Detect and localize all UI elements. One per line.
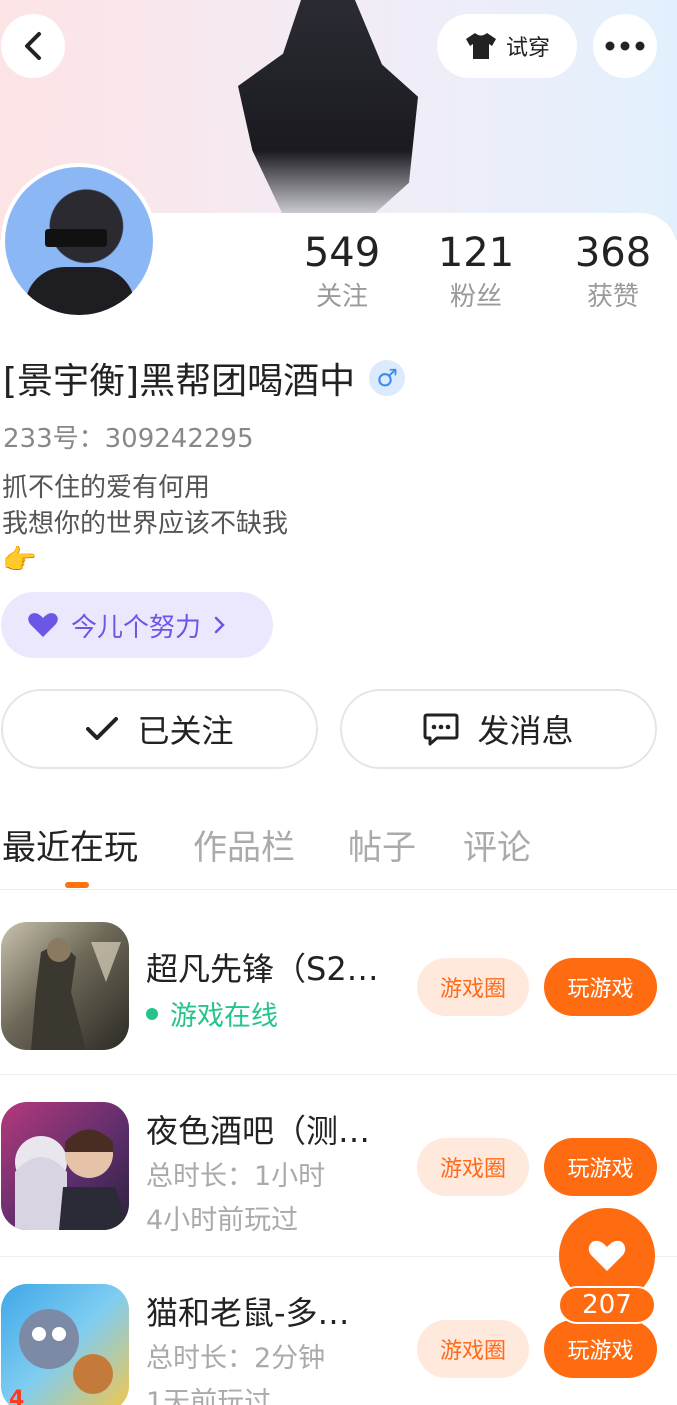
tab-works[interactable]: 作品栏 [193, 820, 295, 869]
send-message-button[interactable]: 发消息 [340, 689, 657, 769]
active-tab-indicator [65, 882, 89, 888]
profile-stats: 549 关注 121 粉丝 368 获赞 [0, 228, 677, 328]
try-on-button[interactable]: 试穿 [437, 14, 577, 78]
checkmark-icon [86, 717, 119, 740]
online-dot-icon [146, 1007, 158, 1020]
game-icon[interactable] [1, 1102, 129, 1230]
stat-followers[interactable]: 121 粉丝 [421, 228, 531, 316]
tshirt-icon [465, 33, 496, 59]
play-game-button[interactable]: 玩游戏 [544, 1138, 657, 1196]
user-id: 233号：309242295 [3, 424, 254, 454]
stat-following[interactable]: 549 关注 [287, 228, 397, 316]
bio-line: 我想你的世界应该不缺我 [2, 509, 289, 539]
back-button[interactable] [1, 14, 65, 78]
game-status: 游戏在线 [146, 994, 278, 1033]
pointing-hand-icon: 👉 [2, 543, 37, 576]
game-title: 超凡先锋（S2… [146, 950, 379, 988]
game-last-played: 1天前玩过 [146, 1387, 272, 1405]
stat-value: 368 [574, 230, 652, 276]
stat-value: 549 [303, 230, 381, 276]
game-duration: 总时长：1小时 [146, 1161, 326, 1192]
game-title: 夜色酒吧（测… [146, 1112, 371, 1150]
stat-label: 获赞 [586, 282, 639, 312]
online-status-label: 游戏在线 [170, 1001, 278, 1032]
stat-label: 关注 [315, 282, 368, 312]
following-button[interactable]: 已关注 [1, 689, 318, 769]
status-tag-label: 今儿个努力 [71, 612, 202, 643]
chat-bubble-icon [423, 713, 459, 746]
tab-posts[interactable]: 帖子 [348, 820, 416, 869]
bio: 抓不住的爱有何用 我想你的世界应该不缺我 👉 [2, 470, 288, 578]
more-button[interactable] [593, 14, 657, 78]
tab-recently-played[interactable]: 最近在玩 [2, 820, 138, 869]
heart-icon [588, 1240, 626, 1271]
bio-line: 抓不住的爱有何用 [2, 473, 211, 503]
game-title: 猫和老鼠-多… [146, 1294, 350, 1332]
game-duration: 总时长：2分钟 [146, 1343, 326, 1374]
heart-icon [28, 613, 58, 637]
game-circle-button[interactable]: 游戏圈 [417, 958, 529, 1016]
stat-likes[interactable]: 368 获赞 [558, 228, 668, 316]
game-circle-button[interactable]: 游戏圈 [417, 1320, 529, 1378]
chevron-right-icon [214, 616, 225, 634]
try-on-label: 试穿 [505, 36, 550, 61]
tab-comments[interactable]: 评论 [463, 820, 531, 869]
like-count-badge: 207 [558, 1286, 656, 1324]
following-label: 已关注 [137, 712, 234, 750]
game-icon[interactable]: 4 [1, 1284, 129, 1405]
game-icon[interactable] [1, 922, 129, 1050]
status-tag[interactable]: 今儿个努力 [1, 592, 273, 658]
send-message-label: 发消息 [477, 712, 574, 750]
game-circle-button[interactable]: 游戏圈 [417, 1138, 529, 1196]
avatar-3d-figure [238, 0, 418, 215]
more-dots-icon [605, 41, 645, 51]
profile-name: [景宇衡]黑帮团喝酒中 ♂ [3, 352, 406, 404]
male-gender-icon: ♂ [369, 360, 406, 396]
username: [景宇衡]黑帮团喝酒中 [3, 361, 356, 402]
back-arrow-icon [25, 32, 41, 60]
profile-tabs: 最近在玩 作品栏 帖子 评论 [0, 820, 677, 890]
play-game-button[interactable]: 玩游戏 [544, 1320, 657, 1378]
play-game-button[interactable]: 玩游戏 [544, 958, 657, 1016]
game-list-item[interactable]: 超凡先锋（S2… 游戏在线 游戏圈 玩游戏 [0, 890, 677, 1070]
game-last-played: 4小时前玩过 [146, 1205, 299, 1236]
svg-text:4: 4 [9, 1387, 24, 1405]
stat-label: 粉丝 [449, 282, 502, 312]
stat-value: 121 [437, 230, 515, 276]
